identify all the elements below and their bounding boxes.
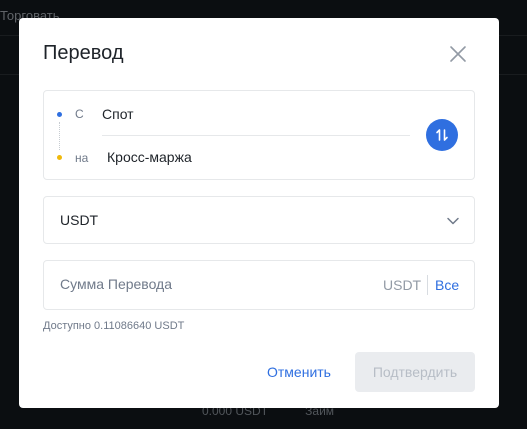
coin-select-value: USDT — [60, 212, 99, 228]
confirm-button[interactable]: Подтвердить — [355, 352, 475, 392]
direction-connector — [59, 122, 60, 150]
available-balance: Доступно 0.11086640 USDT — [43, 320, 185, 332]
modal-title: Перевод — [43, 42, 124, 64]
close-icon — [450, 46, 466, 62]
chevron-down-icon — [447, 217, 459, 225]
amount-divider — [427, 275, 428, 295]
from-wallet-select[interactable]: Спот — [102, 106, 134, 122]
to-label: на — [75, 151, 89, 165]
swap-arrows-icon — [436, 129, 448, 141]
transfer-modal: Перевод С Спот на Кросс-маржа USDT USDT … — [19, 18, 499, 408]
coin-select[interactable]: USDT — [43, 196, 475, 244]
from-dot-icon — [57, 112, 62, 117]
amount-field: USDT Все — [43, 260, 475, 310]
max-amount-button[interactable]: Все — [435, 277, 459, 293]
from-label: С — [75, 107, 84, 121]
to-wallet-select[interactable]: Кросс-маржа — [107, 149, 192, 165]
amount-unit-label: USDT — [383, 277, 422, 293]
close-button[interactable] — [449, 45, 467, 63]
wallet-divider — [102, 135, 410, 136]
to-dot-icon — [57, 155, 62, 160]
transfer-direction-box: С Спот на Кросс-маржа — [43, 90, 475, 180]
cancel-button[interactable]: Отменить — [249, 352, 349, 392]
amount-input[interactable] — [60, 276, 310, 292]
swap-direction-button[interactable] — [426, 119, 458, 151]
